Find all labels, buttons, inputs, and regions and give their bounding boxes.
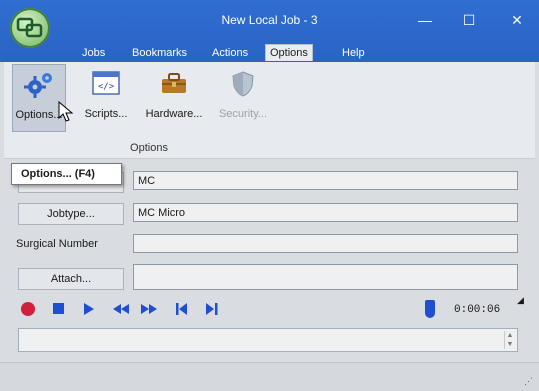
toolbox-icon <box>159 70 189 99</box>
skip-end-icon[interactable] <box>204 300 220 318</box>
playback-slider-thumb[interactable] <box>425 300 435 318</box>
menu-jobs[interactable]: Jobs <box>78 44 109 62</box>
notes-field[interactable]: ▲ ▼ <box>18 328 518 352</box>
svg-text:</>: </> <box>98 82 115 92</box>
skip-start-icon[interactable] <box>174 300 190 318</box>
ribbon: Options... </> Scripts... Hardware... Se… <box>4 62 535 159</box>
mouse-cursor-icon <box>58 101 74 122</box>
title-bar: New Local Job - 3 — ☐ ✕ Jobs Bookmarks A… <box>0 0 539 62</box>
minimize-button[interactable]: — <box>408 8 442 32</box>
menu-options[interactable]: Options <box>265 44 313 61</box>
surgical-number-field[interactable] <box>133 234 518 253</box>
options-tooltip: Options... (F4) <box>11 163 122 185</box>
script-icon: </> <box>91 70 121 99</box>
rewind-icon[interactable] <box>112 300 130 318</box>
size-grip-icon[interactable]: ⋰ <box>524 376 533 387</box>
maximize-button[interactable]: ☐ <box>452 8 486 32</box>
scripts-ribbon-button[interactable]: </> Scripts... <box>78 64 134 130</box>
shield-icon <box>230 70 256 101</box>
play-icon[interactable] <box>82 300 96 318</box>
jobtype-field[interactable]: MC Micro <box>133 203 518 222</box>
resize-corner-icon[interactable]: ◢ <box>517 295 524 306</box>
row1-field[interactable]: MC <box>133 171 518 190</box>
close-button[interactable]: ✕ <box>500 8 534 32</box>
attach-button[interactable]: Attach... <box>18 268 124 290</box>
menu-bookmarks[interactable]: Bookmarks <box>128 44 191 62</box>
scripts-ribbon-label: Scripts... <box>84 108 128 120</box>
fast-forward-icon[interactable] <box>140 300 158 318</box>
record-icon[interactable] <box>20 300 36 318</box>
security-ribbon-button[interactable]: Security... <box>212 64 274 130</box>
hardware-ribbon-button[interactable]: Hardware... <box>142 64 206 130</box>
attach-field[interactable] <box>133 264 518 290</box>
spinner-arrows-icon[interactable]: ▲ ▼ <box>504 331 515 349</box>
gears-icon <box>22 71 56 102</box>
menu-actions[interactable]: Actions <box>208 44 252 62</box>
stop-icon[interactable] <box>52 300 66 318</box>
hardware-ribbon-label: Hardware... <box>145 108 203 120</box>
security-ribbon-label: Security... <box>218 108 268 120</box>
ribbon-group-label: Options <box>130 142 168 154</box>
jobtype-button[interactable]: Jobtype... <box>18 203 124 225</box>
elapsed-time: 0:00:06 <box>454 304 501 316</box>
status-bar: ⋰ <box>0 362 539 391</box>
surgical-number-label: Surgical Number <box>16 238 98 250</box>
menu-help[interactable]: Help <box>338 44 369 62</box>
